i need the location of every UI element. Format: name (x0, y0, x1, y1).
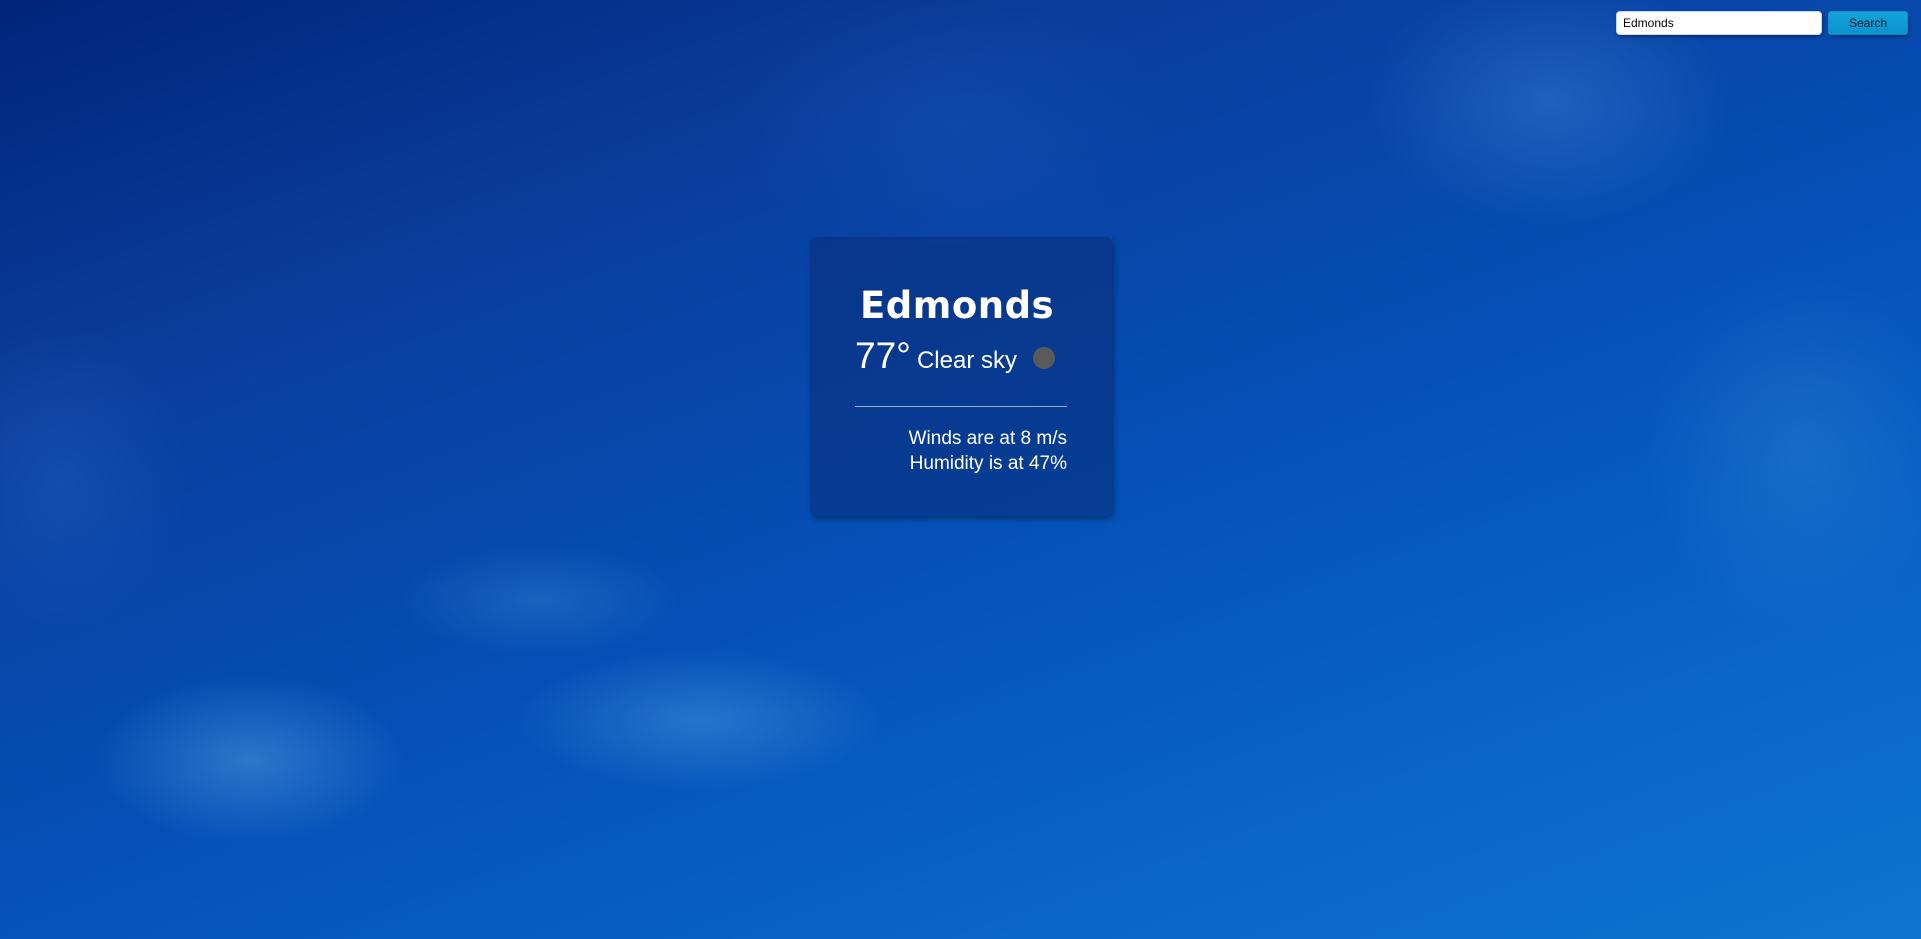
humidity-info: Humidity is at 47% (909, 453, 1067, 474)
divider (855, 406, 1067, 407)
wind-info: Winds are at 8 m/s (908, 428, 1067, 449)
search-bar: Search (1616, 11, 1908, 35)
search-button[interactable]: Search (1828, 11, 1908, 35)
temperature: 77° (855, 335, 911, 376)
weather-condition-icon (1032, 346, 1055, 369)
weather-description: Clear sky (916, 347, 1017, 374)
temperature-row: 77° Clear sky (855, 337, 1055, 374)
weather-details: Winds are at 8 m/s Humidity is at 47% (909, 426, 1067, 476)
weather-card: Edmonds 77° Clear sky Winds are at 8 m/s… (810, 237, 1112, 516)
city-name: Edmonds (860, 284, 1055, 327)
search-input[interactable] (1616, 11, 1822, 35)
